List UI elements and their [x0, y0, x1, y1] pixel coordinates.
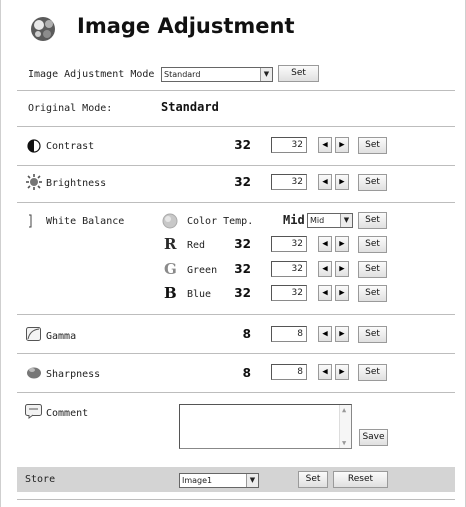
chevron-down-icon: ▼	[246, 474, 258, 487]
red-set-button[interactable]: Set	[358, 236, 387, 253]
store-reset-button[interactable]: Reset	[333, 471, 388, 488]
color-temp-label: Color Temp.	[187, 216, 254, 227]
gamma-value: 8	[242, 327, 251, 341]
gamma-input[interactable]: 8	[271, 326, 307, 342]
brightness-decrease-button[interactable]: ◀	[318, 174, 332, 190]
contrast-value: 32	[234, 138, 251, 152]
blue-decrease-button[interactable]: ◀	[318, 285, 332, 301]
sharpness-value: 8	[242, 366, 251, 380]
brightness-value: 32	[234, 175, 251, 189]
brightness-input[interactable]: 32	[271, 174, 307, 190]
divider	[17, 392, 455, 393]
scroll-down-icon[interactable]: ▼	[342, 439, 346, 447]
white-balance-label: White Balance	[46, 216, 125, 227]
color-temp-select[interactable]: Mid ▼	[307, 213, 353, 228]
sharpness-label: Sharpness	[46, 369, 101, 380]
scroll-up-icon[interactable]: ▲	[342, 406, 346, 414]
green-label: Green	[187, 265, 218, 276]
sharpness-increase-button[interactable]: ▶	[335, 364, 349, 380]
store-selected-value: Image1	[182, 476, 213, 485]
store-select[interactable]: Image1 ▼	[179, 473, 259, 488]
gamma-icon	[26, 327, 41, 341]
divider	[17, 165, 455, 166]
white-balance-icon	[27, 214, 33, 228]
green-input[interactable]: 32	[271, 261, 307, 277]
divider	[17, 90, 455, 91]
green-value: 32	[234, 262, 251, 276]
original-mode-value: Standard	[161, 100, 219, 114]
red-letter-icon: R	[164, 235, 177, 253]
color-temp-set-button[interactable]: Set	[358, 212, 387, 229]
sharpness-input[interactable]: 8	[271, 364, 307, 380]
blue-value: 32	[234, 286, 251, 300]
green-increase-button[interactable]: ▶	[335, 261, 349, 277]
brightness-icon	[25, 173, 43, 191]
mode-select[interactable]: Standard ▼	[161, 67, 273, 82]
blue-letter-icon: B	[164, 284, 177, 302]
gamma-set-button[interactable]: Set	[358, 326, 387, 343]
store-label: Store	[25, 474, 56, 485]
comment-save-button[interactable]: Save	[359, 429, 388, 446]
blue-input[interactable]: 32	[271, 285, 307, 301]
color-temp-value: Mid	[283, 213, 305, 227]
contrast-decrease-button[interactable]: ◀	[318, 137, 332, 153]
red-input[interactable]: 32	[271, 236, 307, 252]
blue-set-button[interactable]: Set	[358, 285, 387, 302]
sharpness-set-button[interactable]: Set	[358, 364, 387, 381]
page-title: Image Adjustment	[77, 14, 295, 38]
divider	[17, 126, 455, 127]
red-decrease-button[interactable]: ◀	[318, 236, 332, 252]
contrast-increase-button[interactable]: ▶	[335, 137, 349, 153]
sharpness-decrease-button[interactable]: ◀	[318, 364, 332, 380]
brightness-set-button[interactable]: Set	[358, 174, 387, 191]
comment-textarea[interactable]	[179, 404, 352, 449]
contrast-set-button[interactable]: Set	[358, 137, 387, 154]
brightness-label: Brightness	[46, 178, 107, 189]
divider	[17, 314, 455, 315]
mode-label: Image Adjustment Mode	[28, 69, 155, 80]
mode-set-button[interactable]: Set	[278, 65, 319, 82]
green-set-button[interactable]: Set	[358, 261, 387, 278]
mode-selected-value: Standard	[164, 70, 201, 79]
contrast-input[interactable]: 32	[271, 137, 307, 153]
color-temp-icon	[162, 213, 178, 229]
comment-scrollbar[interactable]: ▲ ▼	[339, 405, 351, 448]
color-temp-selected-value: Mid	[310, 216, 325, 225]
contrast-label: Contrast	[46, 141, 95, 152]
blue-label: Blue	[187, 289, 212, 300]
red-value: 32	[234, 237, 251, 251]
comment-label: Comment	[46, 408, 89, 419]
chevron-down-icon: ▼	[260, 68, 272, 81]
gamma-increase-button[interactable]: ▶	[335, 326, 349, 342]
comment-icon	[25, 404, 42, 419]
original-mode-label: Original Mode:	[28, 103, 113, 114]
sharpness-icon	[26, 365, 42, 379]
store-set-button[interactable]: Set	[298, 471, 328, 488]
divider	[17, 353, 455, 354]
contrast-icon	[27, 139, 41, 153]
gamma-label: Gamma	[46, 331, 77, 342]
blue-increase-button[interactable]: ▶	[335, 285, 349, 301]
image-adjustment-icon	[28, 13, 60, 43]
divider	[17, 499, 455, 500]
red-label: Red	[187, 240, 206, 251]
green-decrease-button[interactable]: ◀	[318, 261, 332, 277]
image-adjustment-page: Image Adjustment Image Adjustment Mode S…	[0, 0, 466, 507]
green-letter-icon: G	[164, 260, 177, 278]
gamma-decrease-button[interactable]: ◀	[318, 326, 332, 342]
red-increase-button[interactable]: ▶	[335, 236, 349, 252]
brightness-increase-button[interactable]: ▶	[335, 174, 349, 190]
divider	[17, 202, 455, 203]
chevron-down-icon: ▼	[340, 214, 352, 227]
